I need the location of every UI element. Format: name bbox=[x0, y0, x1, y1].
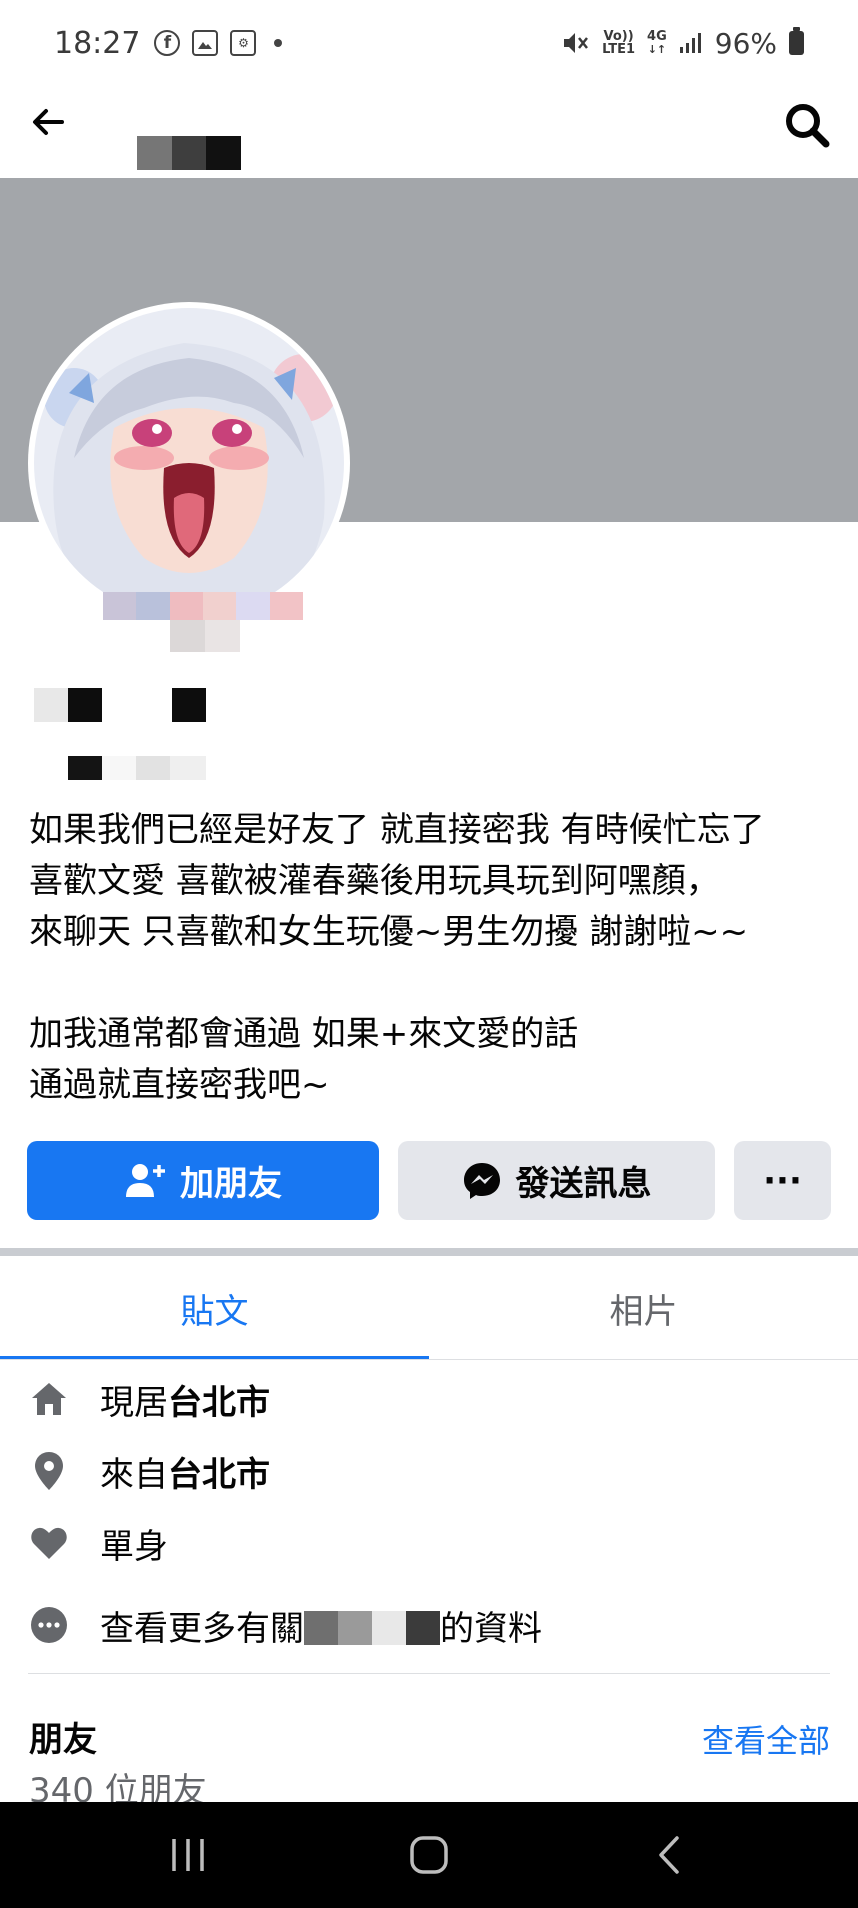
detail-relationship: 單身 bbox=[28, 1507, 834, 1579]
send-message-button[interactable]: 發送訊息 bbox=[398, 1141, 715, 1220]
detail-see-more[interactable]: 查看更多有關 的資料 bbox=[28, 1589, 834, 1661]
detail-lives-in[interactable]: 現居 台北市 bbox=[28, 1363, 834, 1435]
system-nav-bar bbox=[0, 1802, 858, 1908]
redacted-area-2 bbox=[170, 620, 240, 652]
home-nav-icon[interactable] bbox=[409, 1832, 449, 1878]
status-time: 18:27 bbox=[54, 25, 141, 61]
add-friend-label: 加朋友 bbox=[180, 1164, 282, 1204]
redacted-area-1 bbox=[103, 592, 303, 620]
see-all-friends-link[interactable]: 查看全部 bbox=[702, 1716, 830, 1762]
more-options-button[interactable]: ··· bbox=[734, 1141, 831, 1220]
battery-icon bbox=[789, 27, 804, 55]
details-separator bbox=[28, 1673, 830, 1674]
profile-bio: 如果我們已經是好友了 就直接密我 有時候忙忘了 喜歡文愛 喜歡被灌春藥後用玩具玩… bbox=[29, 810, 765, 1105]
lives-in-city: 台北市 bbox=[168, 1382, 270, 1423]
see-more-prefix: 查看更多有關 bbox=[100, 1608, 304, 1649]
home-icon bbox=[28, 1378, 70, 1420]
redacted-display-name bbox=[34, 688, 206, 722]
friends-title: 朋友 bbox=[29, 1720, 97, 1760]
more-dots-icon bbox=[28, 1604, 70, 1646]
relationship-status: 單身 bbox=[100, 1526, 168, 1567]
facebook-icon: f bbox=[154, 30, 181, 56]
tab-posts[interactable]: 貼文 bbox=[0, 1256, 429, 1360]
status-bar: 18:27 f ⚙ Vo)) LTE1 4G ↓↑ 96% bbox=[0, 0, 858, 86]
volte-indicator: Vo)) LTE1 bbox=[602, 30, 635, 56]
profile-actions: 加朋友 發送訊息 ··· bbox=[27, 1141, 831, 1220]
tab-photos-label: 相片 bbox=[609, 1291, 678, 1332]
detail-from[interactable]: 來自 台北市 bbox=[28, 1435, 834, 1507]
messenger-icon bbox=[463, 1162, 500, 1199]
more-notifications-dot bbox=[274, 39, 283, 47]
network-type-label: 4G bbox=[647, 29, 667, 44]
section-divider bbox=[0, 1248, 858, 1256]
app-icon: ⚙ bbox=[230, 30, 257, 56]
battery-level: 96% bbox=[714, 26, 777, 60]
more-options-label: ··· bbox=[763, 1160, 802, 1201]
redacted-name-inline bbox=[304, 1611, 440, 1645]
gallery-icon bbox=[192, 30, 219, 56]
from-city: 台北市 bbox=[168, 1454, 270, 1495]
tab-posts-label: 貼文 bbox=[180, 1291, 249, 1332]
profile-avatar[interactable] bbox=[28, 302, 350, 624]
redacted-subtitle bbox=[68, 756, 206, 780]
volte-bottom: LTE1 bbox=[602, 42, 636, 57]
recent-apps-icon[interactable] bbox=[168, 1832, 208, 1878]
back-nav-icon[interactable] bbox=[652, 1832, 688, 1878]
see-more-suffix: 的資料 bbox=[440, 1608, 542, 1649]
from-prefix: 來自 bbox=[100, 1454, 168, 1495]
heart-icon bbox=[28, 1522, 70, 1564]
signal-icon bbox=[679, 33, 701, 53]
send-message-label: 發送訊息 bbox=[515, 1164, 652, 1204]
tab-photos[interactable]: 相片 bbox=[429, 1256, 858, 1360]
network-type: 4G ↓↑ bbox=[647, 29, 667, 56]
notification-icons: f ⚙ bbox=[154, 30, 283, 56]
add-friend-button[interactable]: 加朋友 bbox=[27, 1141, 379, 1220]
avatar-image bbox=[34, 308, 344, 618]
mute-icon bbox=[564, 33, 589, 53]
app-bar bbox=[0, 86, 858, 178]
lives-in-prefix: 現居 bbox=[100, 1382, 168, 1423]
search-icon[interactable] bbox=[780, 98, 834, 152]
status-right: Vo)) LTE1 4G ↓↑ 96% bbox=[562, 27, 804, 60]
profile-details: 現居 台北市 來自 台北市 單身 查看更多有關 的資料 bbox=[28, 1360, 834, 1661]
profile-tabs: 貼文 相片 bbox=[0, 1256, 858, 1360]
redacted-profile-name bbox=[137, 136, 242, 170]
location-pin-icon bbox=[28, 1450, 70, 1492]
back-arrow-icon[interactable] bbox=[26, 100, 70, 144]
add-friend-icon bbox=[126, 1163, 165, 1197]
